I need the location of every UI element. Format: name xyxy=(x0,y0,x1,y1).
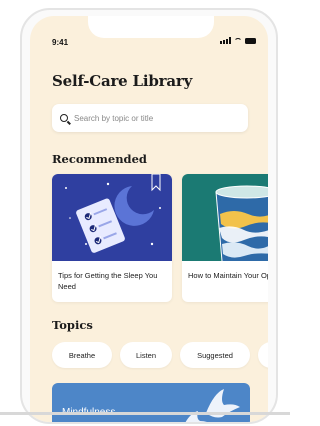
wifi-icon xyxy=(234,37,242,44)
topic-chip-breathe[interactable]: Breathe xyxy=(52,342,112,368)
signal-icon xyxy=(220,37,231,44)
topics-heading: Topics xyxy=(52,318,93,332)
recommended-card-optimism[interactable]: How to Maintain Your Optimism xyxy=(182,174,268,302)
mindfulness-banner[interactable]: Mindfulness xyxy=(52,383,250,422)
recommended-heading: Recommended xyxy=(52,152,147,166)
status-time: 9:41 xyxy=(52,38,69,47)
search-icon xyxy=(60,114,68,122)
topic-chip-more[interactable] xyxy=(258,342,268,368)
topic-chip-suggested[interactable]: Suggested xyxy=(180,342,250,368)
optimism-illustration xyxy=(182,174,268,261)
battery-icon xyxy=(245,37,256,44)
sleep-illustration xyxy=(52,174,172,261)
card-title: Tips for Getting the Sleep You Need xyxy=(58,271,158,291)
status-icons xyxy=(220,37,256,44)
divider xyxy=(0,412,290,415)
topic-chip-listen[interactable]: Listen xyxy=(120,342,172,368)
topic-chips: Breathe Listen Suggested xyxy=(52,342,268,368)
search-input[interactable] xyxy=(74,113,234,123)
app-screen: 9:41 Self-Care Library Recommended xyxy=(30,16,268,422)
recommended-card-sleep[interactable]: Tips for Getting the Sleep You Need xyxy=(52,174,172,302)
phone-frame: 9:41 Self-Care Library Recommended xyxy=(20,8,278,424)
bird-illustration xyxy=(185,389,240,422)
notch xyxy=(88,16,214,38)
page-title: Self-Care Library xyxy=(52,72,193,90)
search-bar[interactable] xyxy=(52,104,248,132)
card-title: How to Maintain Your Optimism xyxy=(188,271,268,280)
